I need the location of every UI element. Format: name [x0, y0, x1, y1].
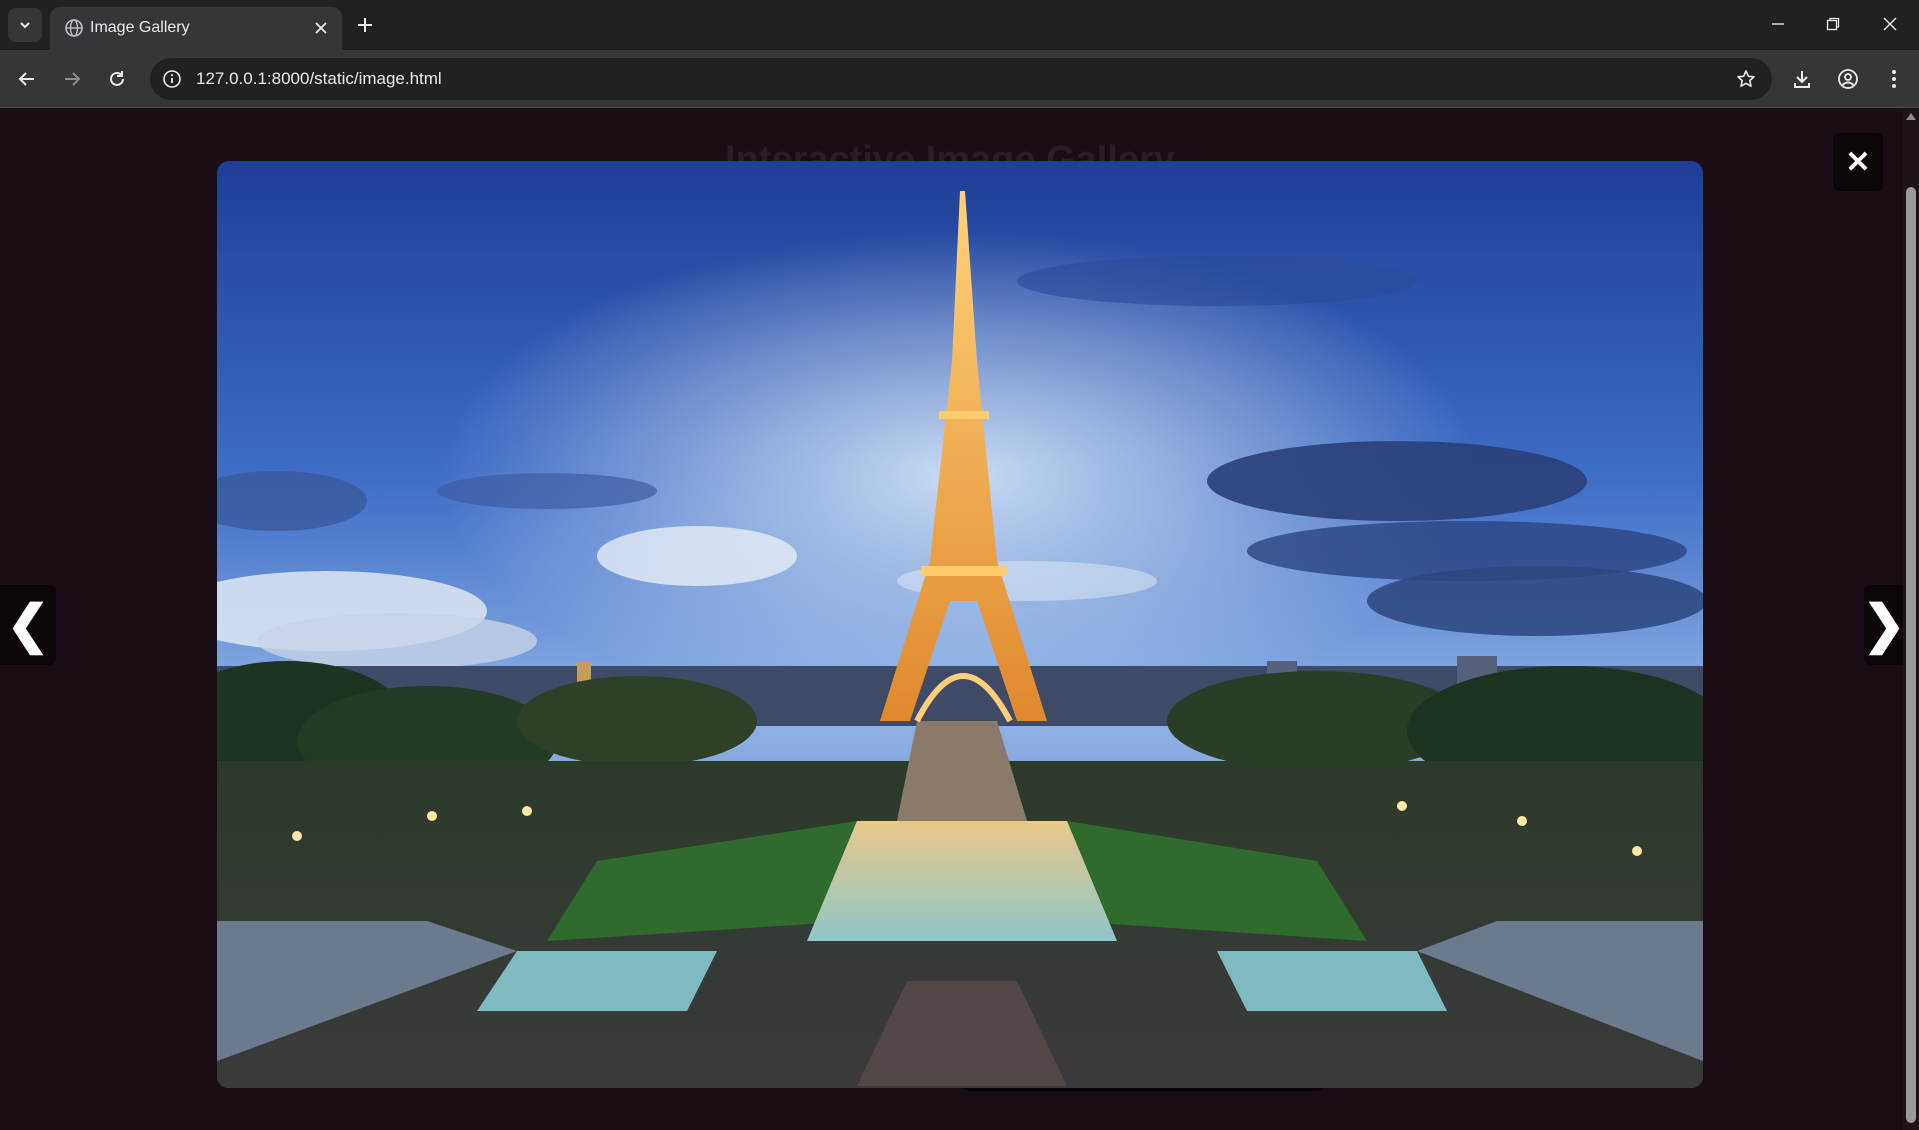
profile-icon [1838, 69, 1858, 89]
arrow-left-icon [18, 72, 34, 86]
download-icon [1794, 71, 1810, 88]
address-bar[interactable]: 127.0.0.1:8000/static/image.html [150, 58, 1772, 100]
info-icon [163, 70, 181, 88]
page-viewport: Interactive Image Gallery ✕ ❮ ❯ [0, 109, 1919, 1130]
close-icon [315, 22, 327, 34]
page-scrollbar[interactable] [1903, 109, 1919, 1130]
chevron-down-icon [20, 22, 30, 29]
tab-close-button[interactable] [310, 17, 332, 39]
browser-tab-active[interactable]: Image Gallery [50, 7, 342, 50]
lightbox-prev-button[interactable]: ❮ [0, 585, 56, 665]
downloads-button[interactable] [1785, 62, 1819, 96]
globe-icon [65, 19, 83, 37]
arrow-right-icon [65, 72, 81, 86]
scroll-up-arrow[interactable] [1906, 113, 1916, 120]
reload-button[interactable] [100, 62, 134, 96]
window-close-button[interactable] [1870, 8, 1910, 40]
back-button[interactable] [10, 62, 44, 96]
lightbox-next-button[interactable]: ❯ [1862, 585, 1906, 665]
bookmark-button[interactable] [1734, 67, 1758, 91]
browser-tab-bar: Image Gallery [0, 0, 1919, 50]
site-info-button[interactable] [160, 67, 184, 91]
scrollbar-thumb[interactable] [1906, 187, 1916, 1123]
restore-icon [1826, 17, 1840, 31]
browser-toolbar: 127.0.0.1:8000/static/image.html [0, 50, 1919, 108]
plus-icon [358, 18, 372, 32]
tab-search-button[interactable] [8, 8, 42, 42]
minimize-icon [1772, 23, 1784, 25]
lightbox-close-button[interactable]: ✕ [1833, 133, 1883, 191]
lightbox-image [217, 161, 1703, 1088]
close-icon [1883, 17, 1897, 31]
browser-menu-button[interactable] [1877, 62, 1911, 96]
star-icon [1737, 70, 1755, 87]
reload-icon [110, 71, 124, 86]
kebab-menu-icon [1892, 70, 1896, 88]
forward-button[interactable] [55, 62, 89, 96]
new-tab-button[interactable] [350, 10, 380, 40]
minimize-button[interactable] [1758, 8, 1798, 40]
restore-button[interactable] [1813, 8, 1853, 40]
profile-button[interactable] [1831, 62, 1865, 96]
address-bar-url[interactable]: 127.0.0.1:8000/static/image.html [196, 69, 442, 89]
tab-title: Image Gallery [90, 19, 190, 36]
